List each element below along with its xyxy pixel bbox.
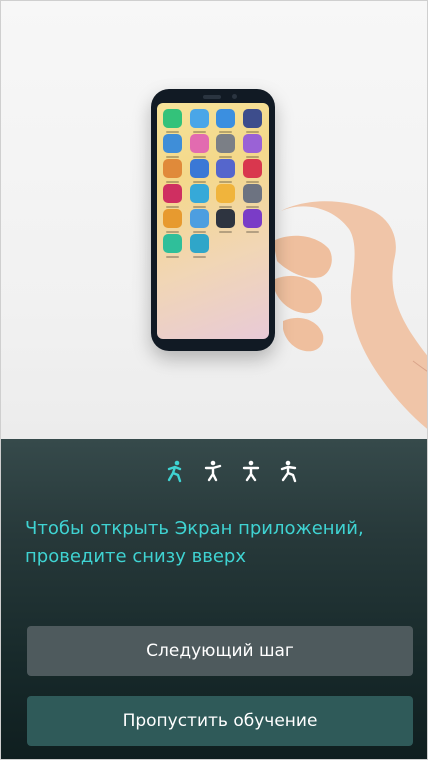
standing-figure-icon: [242, 460, 260, 482]
recorder-app-icon: [163, 184, 182, 208]
messages-app-icon: [189, 109, 209, 133]
phone-app-icon: [163, 109, 182, 133]
calculator-app-icon: [163, 209, 182, 233]
security-app-icon: [189, 234, 209, 258]
calendar-app-icon: [189, 159, 209, 183]
browser-app-icon: [216, 109, 235, 133]
settings-app-icon: [216, 134, 235, 158]
tutorial-panel: Чтобы открыть Экран приложений, проведит…: [1, 439, 427, 759]
walking-figure-icon: [280, 460, 297, 483]
gallery-app-icon: [189, 134, 209, 158]
store-app-icon: [163, 234, 182, 258]
walking-figure-icon: [167, 460, 182, 483]
next-step-label: Следующий шаг: [146, 641, 294, 661]
phone-speaker: [203, 95, 221, 99]
update-app-icon: [242, 209, 262, 233]
step-indicator: [163, 459, 301, 483]
terminal-app-icon: [216, 209, 235, 233]
tutorial-hint-text: Чтобы открыть Экран приложений, проведит…: [25, 518, 364, 567]
tutorial-screen: Чтобы открыть Экран приложений, проведит…: [0, 0, 428, 760]
notes-app-icon: [216, 184, 235, 208]
hand-illustration: [273, 201, 427, 429]
phone-display: [157, 103, 269, 339]
weather-app-icon: [189, 209, 209, 233]
help-app-icon: [242, 134, 262, 158]
hero-image: [1, 1, 427, 439]
mail-app-icon: [216, 159, 235, 183]
camera-app-icon: [242, 109, 262, 133]
skip-tutorial-button[interactable]: Пропустить обучение: [27, 696, 413, 746]
contacts-app-icon: [163, 134, 182, 158]
skip-tutorial-label: Пропустить обучение: [122, 711, 318, 731]
phone-illustration: [151, 89, 275, 351]
music-app-icon: [242, 159, 262, 183]
time-app-icon: [242, 184, 262, 208]
standing-figure-icon: [204, 460, 222, 482]
clock-app-icon: [189, 184, 209, 208]
phone-camera: [232, 94, 237, 99]
next-step-button[interactable]: Следующий шаг: [27, 626, 413, 676]
app-grid: [163, 109, 263, 258]
files-app-icon: [163, 159, 182, 183]
